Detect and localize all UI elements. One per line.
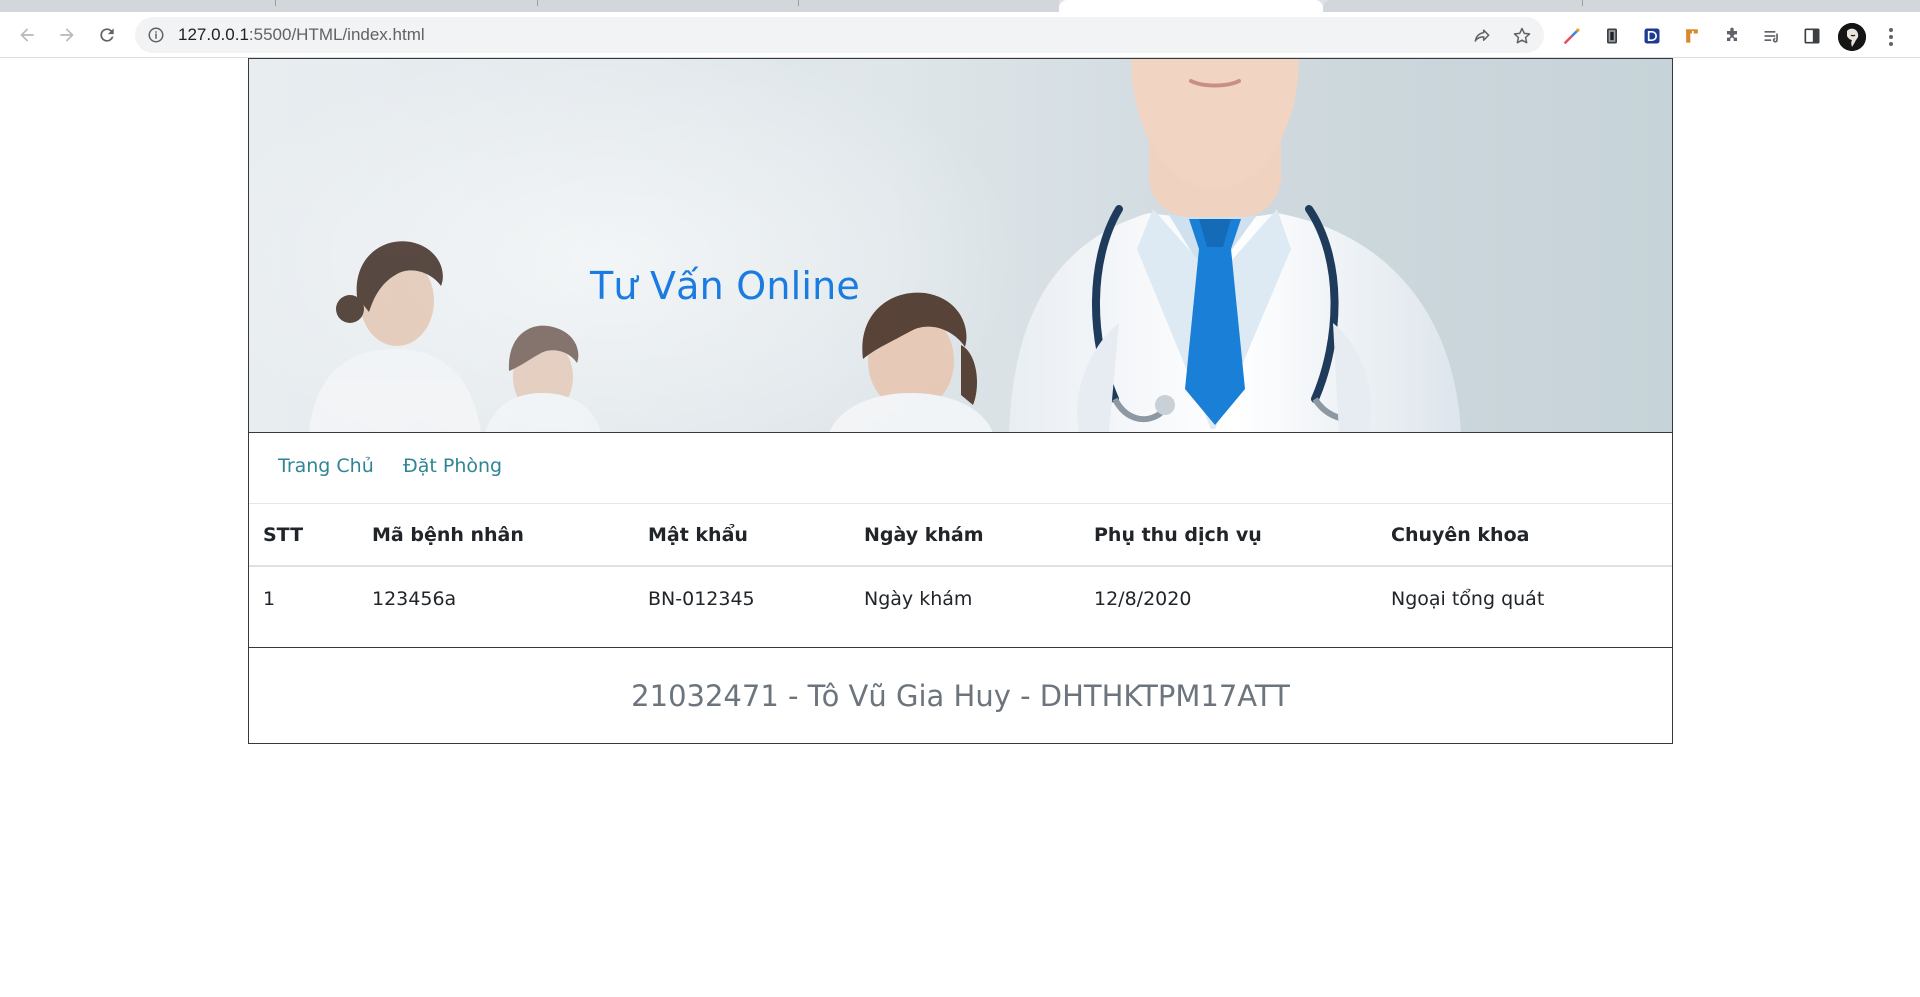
share-button[interactable]: [1471, 25, 1493, 47]
extension-icon: [1607, 28, 1617, 44]
page-footer: 21032471 - Tô Vũ Gia Huy - DHTHKTPM17ATT: [249, 647, 1672, 743]
column-header: Phụ thu dịch vụ: [1080, 505, 1377, 567]
color-picker-icon: [1564, 28, 1580, 44]
tab-strip: [0, 0, 1920, 12]
tab-background[interactable]: [1323, 0, 1920, 12]
table-cell: Ngoại tổng quát: [1391, 587, 1545, 610]
tab-separator: [1582, 0, 1583, 6]
table-cell: BN-012345: [648, 587, 755, 610]
side-panel-button[interactable]: [1801, 25, 1823, 47]
page-container: Tư Vấn Online Trang Chủ Đặt Phòng STT Mã…: [248, 58, 1673, 744]
tab-separator: [275, 0, 276, 6]
nav-home-link[interactable]: Trang Chủ: [278, 455, 374, 477]
table-cell: 1: [263, 587, 276, 610]
table-cell: Ngày khám: [864, 587, 973, 610]
table-row: 1 123456a BN-012345 Ngày khám 12/8/2020 …: [249, 566, 1672, 630]
reading-list-icon: [1764, 31, 1778, 43]
back-button[interactable]: [13, 21, 41, 49]
forward-button[interactable]: [53, 21, 81, 49]
patient-table: STT Mã bệnh nhân Mật khẩu Ngày khám Phụ …: [249, 505, 1672, 647]
column-header: Mật khẩu: [634, 505, 850, 567]
tab-separator: [537, 0, 538, 6]
url-text[interactable]: 127.0.0.1:5500/HTML/index.html: [178, 17, 425, 53]
avatar-icon: [1838, 23, 1866, 51]
tab-separator: [798, 0, 799, 6]
extensions-menu-button[interactable]: [1721, 25, 1743, 47]
nav-booking-link[interactable]: Đặt Phòng: [403, 455, 502, 477]
menu-icon[interactable]: [1880, 25, 1902, 49]
back-icon: [20, 28, 34, 42]
table-cell: 12/8/2020: [1094, 587, 1192, 610]
reading-list-button[interactable]: [1761, 25, 1783, 47]
doctor-banner-image: [249, 59, 1461, 432]
forward-icon: [60, 28, 74, 42]
column-header: Ngày khám: [850, 505, 1080, 567]
address-bar[interactable]: 127.0.0.1:5500/HTML/index.html: [135, 17, 1544, 53]
active-tab[interactable]: [1059, 0, 1323, 12]
table-header-row: STT Mã bệnh nhân Mật khẩu Ngày khám Phụ …: [249, 505, 1672, 567]
d-extension-icon: [1644, 28, 1660, 44]
column-header: STT: [249, 505, 358, 567]
page-title: Tư Vấn Online: [590, 264, 860, 308]
avatar[interactable]: [1838, 23, 1866, 51]
star-icon: [1513, 27, 1531, 44]
table-cell: 123456a: [372, 587, 457, 610]
share-icon: [1474, 29, 1490, 42]
url-host: 127.0.0.1: [178, 25, 249, 44]
color-picker-extension[interactable]: [1561, 25, 1583, 47]
extension-button[interactable]: [1601, 25, 1623, 47]
bookmark-button[interactable]: [1511, 25, 1533, 47]
info-icon[interactable]: [147, 26, 165, 44]
tab-background[interactable]: [0, 0, 1059, 12]
side-panel-icon: [1804, 28, 1820, 44]
ruler-icon: [1686, 29, 1698, 43]
footer-text: 21032471 - Tô Vũ Gia Huy - DHTHKTPM17ATT: [631, 678, 1290, 713]
column-header: Chuyên khoa: [1377, 505, 1672, 567]
main-nav: Trang Chủ Đặt Phòng: [249, 434, 1672, 504]
reload-icon: [100, 28, 114, 42]
reload-button[interactable]: [93, 21, 121, 49]
browser-toolbar: 127.0.0.1:5500/HTML/index.html: [0, 12, 1920, 58]
ruler-extension[interactable]: [1681, 25, 1703, 47]
column-header: Mã bệnh nhân: [358, 505, 634, 567]
url-path: :5500/HTML/index.html: [248, 25, 425, 44]
puzzle-icon: [1727, 27, 1737, 41]
dashlane-extension[interactable]: [1641, 25, 1663, 47]
header-banner: Tư Vấn Online: [249, 59, 1672, 433]
